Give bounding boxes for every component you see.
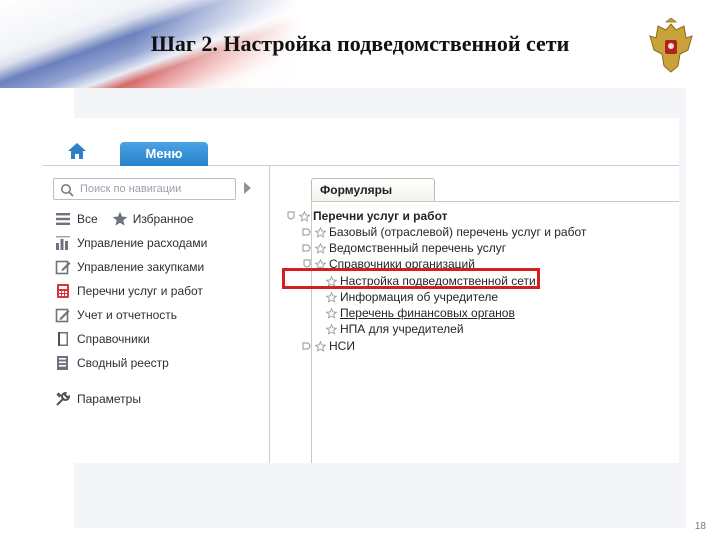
favorite-star-icon[interactable]: [326, 307, 337, 319]
tree-node-basic-list[interactable]: Базовый (отраслевой) перечень услуг и ра…: [302, 224, 586, 240]
nav-item-expenses[interactable]: Управление расходами: [55, 234, 207, 252]
nav-item-label: Управление расходами: [77, 236, 208, 250]
nav-item-directories[interactable]: Справочники: [55, 330, 150, 348]
nav-item-register[interactable]: Сводный реестр: [55, 354, 169, 372]
top-menu-bar: Меню: [43, 128, 679, 180]
tree-node-label: Базовый (отраслевой) перечень услуг и ра…: [329, 225, 587, 239]
pencil-doc-icon: [55, 308, 70, 323]
chart-bars-icon: [56, 236, 70, 250]
tree-node-founder-info[interactable]: Информация об учредителе: [326, 289, 498, 305]
search-input[interactable]: [80, 180, 230, 198]
nav-item-services-lists[interactable]: Перечни услуг и работ: [55, 282, 203, 300]
tree-node-financial-bodies[interactable]: Перечень финансовых органов: [326, 305, 515, 321]
tree-node-department-list[interactable]: Ведомственный перечень услуг: [302, 240, 506, 256]
edit-doc-icon: [55, 260, 71, 275]
slide-title: Шаг 2. Настройка подведомственной сети: [150, 31, 570, 56]
favorite-star-icon[interactable]: [315, 242, 326, 254]
nav-favorites[interactable]: Избранное: [133, 212, 194, 226]
eagle-emblem-icon: [649, 18, 693, 73]
tree-node-label: Перечни услуг и работ: [313, 209, 448, 223]
nav-item-label: Управление закупками: [77, 260, 205, 274]
nav-item-label: Сводный реестр: [77, 356, 169, 370]
favorite-star-icon[interactable]: [326, 323, 337, 335]
nav-all[interactable]: Все: [77, 212, 98, 226]
nav-item-label: Учет и отчетность: [77, 308, 177, 322]
nav-item-procurement[interactable]: Управление закупками: [55, 258, 204, 276]
page-number: 18: [694, 521, 706, 532]
tree-node-label: Настройка подведомственной сети: [340, 274, 536, 288]
tree-node-npa[interactable]: НПА для учредителей: [326, 321, 464, 337]
list-icon: [56, 213, 70, 225]
collapsed-toggle-icon[interactable]: [302, 227, 312, 237]
navigation-panel: Все Избранное Управление расходами: [43, 166, 269, 463]
collapsed-toggle-icon[interactable]: [302, 341, 312, 351]
favorite-star-icon[interactable]: [315, 258, 326, 270]
expanded-toggle-icon[interactable]: [286, 211, 296, 221]
tree-node-label: Ведомственный перечень услуг: [329, 241, 507, 255]
star-icon: [112, 211, 127, 226]
nav-row-all-favorites: Все Избранное: [55, 210, 194, 228]
tree-node-label: Справочники организаций: [329, 257, 475, 271]
register-icon: [57, 356, 68, 370]
tree-node-label: Перечень финансовых органов: [340, 306, 515, 320]
nav-item-label: Перечни услуг и работ: [77, 284, 203, 298]
nav-item-settings[interactable]: Параметры: [55, 390, 141, 408]
favorite-star-icon[interactable]: [315, 340, 326, 352]
book-icon: [58, 332, 68, 346]
collapse-panel-arrow-icon[interactable]: [244, 182, 251, 194]
tab-forms[interactable]: Формуляры: [311, 178, 435, 202]
favorite-star-icon[interactable]: [315, 226, 326, 238]
nav-item-label: Справочники: [77, 332, 150, 346]
tree-node-nsi[interactable]: НСИ: [302, 338, 355, 354]
wrench-icon: [56, 391, 71, 406]
calculator-icon: [57, 284, 69, 298]
tree-node-org-directories[interactable]: Справочники организаций: [302, 256, 475, 272]
home-icon[interactable]: [67, 142, 87, 160]
expanded-toggle-icon[interactable]: [302, 259, 312, 269]
nav-item-accounting[interactable]: Учет и отчетность: [55, 306, 177, 324]
nav-item-label: Параметры: [77, 392, 141, 406]
tree-node-label: Информация об учредителе: [340, 290, 499, 304]
search-icon: [61, 184, 74, 197]
favorite-star-icon[interactable]: [326, 275, 337, 287]
search-box: [53, 178, 236, 200]
tree-node-label: НПА для учредителей: [340, 322, 464, 336]
favorite-star-icon[interactable]: [326, 291, 337, 303]
favorite-star-icon[interactable]: [299, 210, 310, 222]
collapsed-toggle-icon[interactable]: [302, 243, 312, 253]
tree-node-label: НСИ: [329, 339, 355, 353]
tree-node-network-setup[interactable]: Настройка подведомственной сети: [326, 273, 536, 289]
tree-node-services-lists[interactable]: Перечни услуг и работ: [286, 208, 447, 224]
